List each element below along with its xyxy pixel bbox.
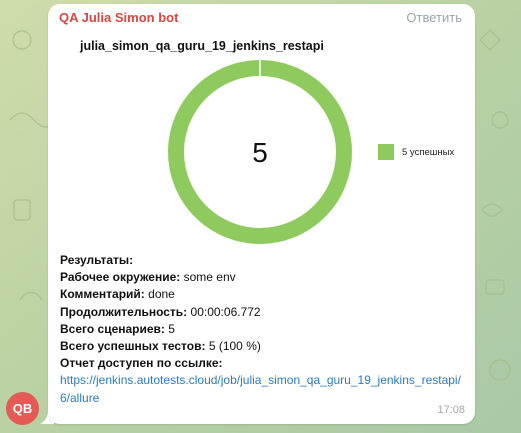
report-line-comment: Комментарий: done xyxy=(60,287,175,302)
avatar[interactable]: QB xyxy=(6,392,39,425)
message-bubble: QA Julia Simon bot Ответить julia_simon_… xyxy=(48,4,475,424)
report-line-duration: Продолжительность: 00:00:06.772 xyxy=(60,304,261,319)
chart-image[interactable]: julia_simon_qa_guru_19_jenkins_restapi 5… xyxy=(56,30,466,250)
message-time: 17:08 xyxy=(437,404,465,416)
sender-name[interactable]: QA Julia Simon bot xyxy=(59,10,178,25)
legend-label: 5 успешных xyxy=(402,146,455,158)
donut-center-label: 5 xyxy=(252,137,268,168)
report-line-environment: Рабочее окружение: some env xyxy=(60,270,236,285)
allure-report-link[interactable]: https://jenkins.autotests.cloud/job/juli… xyxy=(60,372,470,406)
report-details: Результаты: Рабочее окружение: some env … xyxy=(60,252,470,407)
chart-legend: 5 успешных xyxy=(378,144,454,160)
report-line-scenarios: Всего сценариев: 5 xyxy=(60,321,175,336)
link-heading: Отчет доступен по ссылке: xyxy=(60,356,223,371)
reply-button[interactable]: Ответить xyxy=(406,10,462,25)
legend-swatch xyxy=(378,144,394,160)
results-heading: Результаты: xyxy=(60,253,134,267)
report-line-passed: Всего успешных тестов: 5 (100 %) xyxy=(60,339,261,354)
donut-chart: 5 xyxy=(168,60,352,244)
